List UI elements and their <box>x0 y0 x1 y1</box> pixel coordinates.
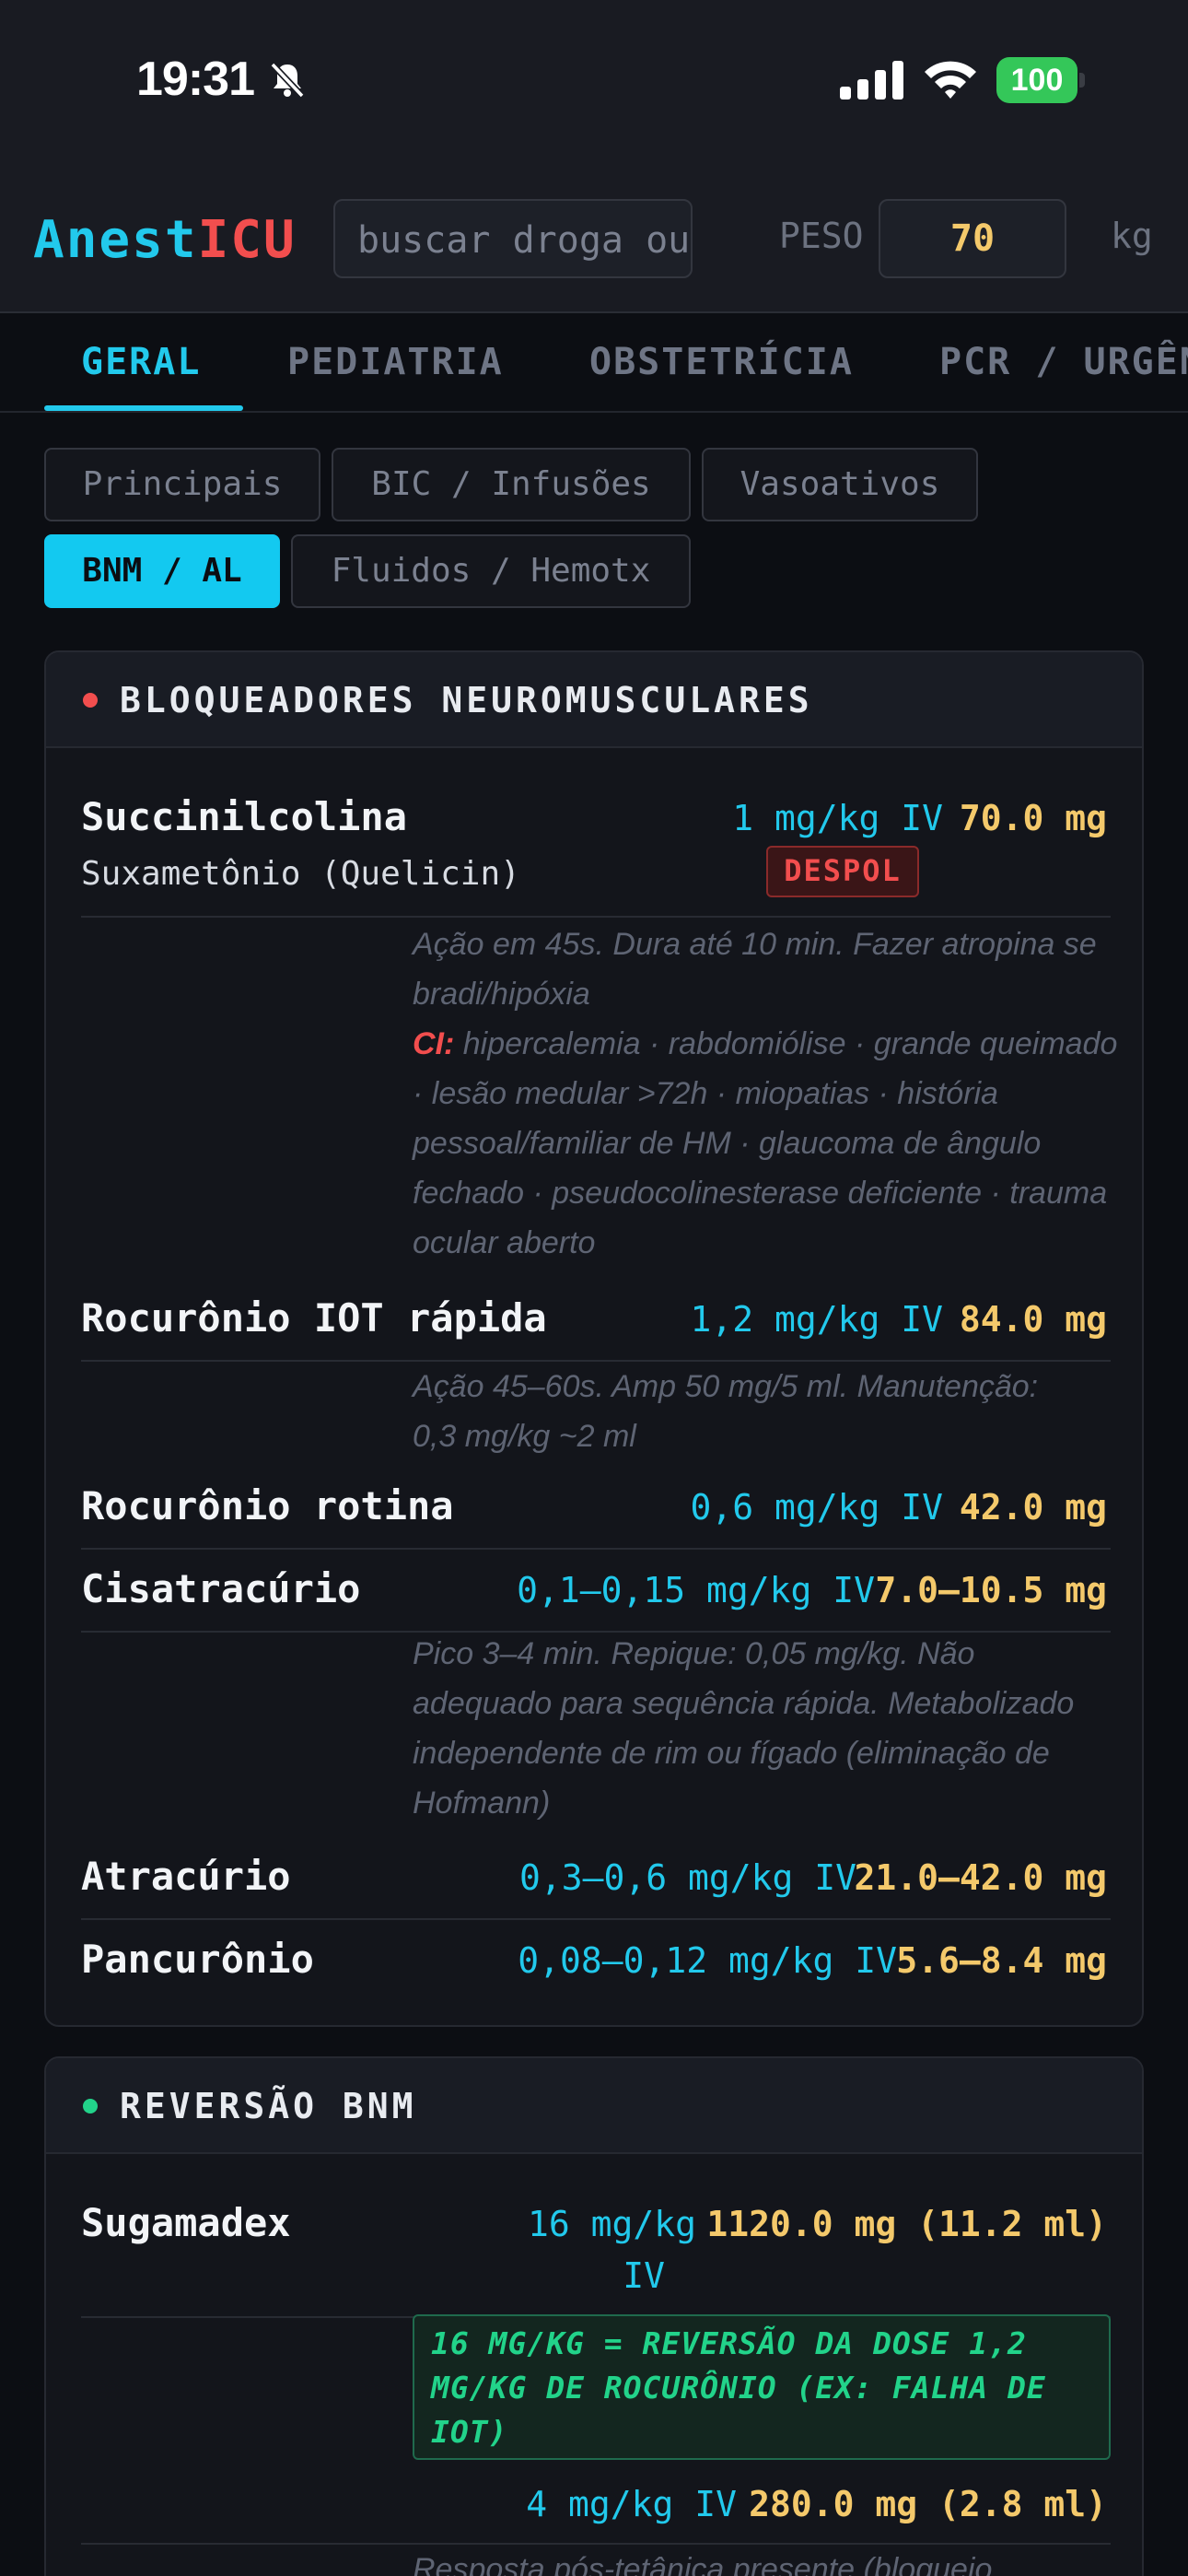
drug-brand: Suxametônio (Quelicin) <box>81 855 520 893</box>
bell-muted-icon <box>270 62 305 99</box>
drug-contraindications: CI: hipercalemia · rabdomiólise · grande… <box>413 1019 1122 1268</box>
battery-level: 100 <box>996 57 1077 103</box>
drug-total: 70.0 mg <box>959 798 1107 838</box>
tab-obstetricia[interactable]: OBSTETRÍCIA <box>589 341 854 383</box>
reversal-highlight: 16 MG/KG = REVERSÃO DA DOSE 1,2 MG/KG DE… <box>413 2314 1111 2460</box>
section-bloqueadores-card: BLOQUEADORES NEUROMUSCULARES Succinilcol… <box>44 650 1144 2027</box>
cellular-signal-icon <box>840 61 903 100</box>
green-dot-icon <box>83 2099 98 2113</box>
divider <box>81 1918 1111 1920</box>
section-header: BLOQUEADORES NEUROMUSCULARES <box>46 652 1142 748</box>
drug-total: 280.0 mg (2.8 ml) <box>749 2484 1107 2524</box>
tab-geral[interactable]: GERAL <box>81 341 201 383</box>
chip-bnm-al[interactable]: BNM / AL <box>44 534 280 608</box>
drug-name: Cisatracúrio <box>81 1566 361 1611</box>
drug-dose: 16 mg/kg <box>527 2204 696 2244</box>
drug-name: Sugamadex <box>81 2200 291 2245</box>
drug-total: 21.0–42.0 mg <box>854 1857 1107 1898</box>
weight-label: PESO <box>779 216 864 256</box>
red-dot-icon <box>83 693 98 708</box>
drug-dose: 0,3–0,6 mg/kg IV <box>518 1857 856 1898</box>
drug-dose: 1,2 mg/kg IV <box>690 1299 943 1340</box>
active-tab-indicator <box>44 405 243 411</box>
drug-total: 5.6–8.4 mg <box>896 1940 1107 1981</box>
drug-name: Succinilcolina <box>81 794 408 839</box>
drug-total: 7.0–10.5 mg <box>875 1570 1107 1610</box>
status-time: 19:31 <box>136 53 255 106</box>
tab-pediatria[interactable]: PEDIATRIA <box>287 341 504 383</box>
drug-name: Rocurônio rotina <box>81 1483 454 1528</box>
drug-note: Resposta pós-tetânica presente (bloqueio <box>413 2552 993 2576</box>
app-logo: AnestICU <box>33 210 297 270</box>
chip-fluidos-hemotx[interactable]: Fluidos / Hemotx <box>291 534 691 608</box>
drug-dose: 0,6 mg/kg IV <box>690 1487 943 1528</box>
section-title: BLOQUEADORES NEUROMUSCULARES <box>120 680 813 720</box>
drug-dose: 0,1–0,15 mg/kg IV <box>517 1570 875 1610</box>
logo-part-anest: Anest <box>33 210 198 270</box>
chip-vasoativos[interactable]: Vasoativos <box>702 448 978 521</box>
chip-principais[interactable]: Principais <box>44 448 320 521</box>
main-tabs: GERAL PEDIATRIA OBSTETRÍCIA PCR / URGÊNC… <box>0 315 1188 413</box>
app-header: AnestICU buscar droga ou… PESO 70 kg <box>0 157 1188 313</box>
wifi-icon <box>925 61 976 99</box>
drug-name: Rocurônio IOT rápida <box>81 1295 547 1341</box>
section-header: REVERSÃO BNM <box>46 2058 1142 2154</box>
badge-despol: DESPOL <box>766 846 919 897</box>
chip-bic-infusoes[interactable]: BIC / Infusões <box>332 448 691 521</box>
ci-label: CI: <box>413 1026 455 1061</box>
drug-dose: 1 mg/kg IV <box>732 798 943 838</box>
section-title: REVERSÃO BNM <box>120 2086 417 2126</box>
status-bar: 19:31 100 <box>0 0 1188 157</box>
logo-part-icu: ICU <box>197 210 297 270</box>
drug-dose: 4 mg/kg IV <box>526 2484 737 2524</box>
search-input[interactable]: buscar droga ou… <box>333 199 693 278</box>
drug-dose: 0,08–0,12 mg/kg IV <box>518 1940 897 1981</box>
weight-unit: kg <box>1111 216 1153 256</box>
weight-input[interactable]: 70 <box>879 199 1066 278</box>
drug-total: 1120.0 mg (11.2 ml) <box>706 2204 1107 2244</box>
divider <box>81 916 1111 918</box>
drug-note: Ação em 45s. Dura até 10 min. Fazer atro… <box>413 927 1097 1012</box>
drug-name: Atracúrio <box>81 1854 291 1899</box>
tab-pcr-urgencia[interactable]: PCR / URGÊNCIA <box>939 341 1188 383</box>
drug-total: 42.0 mg <box>959 1487 1107 1528</box>
drug-note: Ação 45–60s. Amp 50 mg/5 ml. Manutenção:… <box>413 1369 1039 1454</box>
drug-total: 84.0 mg <box>959 1299 1107 1340</box>
ci-text: hipercalemia · rabdomiólise · grande que… <box>413 1026 1118 1260</box>
battery-icon: 100 <box>996 57 1085 103</box>
drug-note: Pico 3–4 min. Repique: 0,05 mg/kg. Não a… <box>413 1636 1075 1821</box>
divider <box>81 1548 1111 1550</box>
drug-route: IV <box>623 2255 665 2296</box>
drug-name: Pancurônio <box>81 1937 314 1982</box>
section-reversao-card: REVERSÃO BNM Sugamadex 16 mg/kg IV 1120.… <box>44 2056 1144 2576</box>
